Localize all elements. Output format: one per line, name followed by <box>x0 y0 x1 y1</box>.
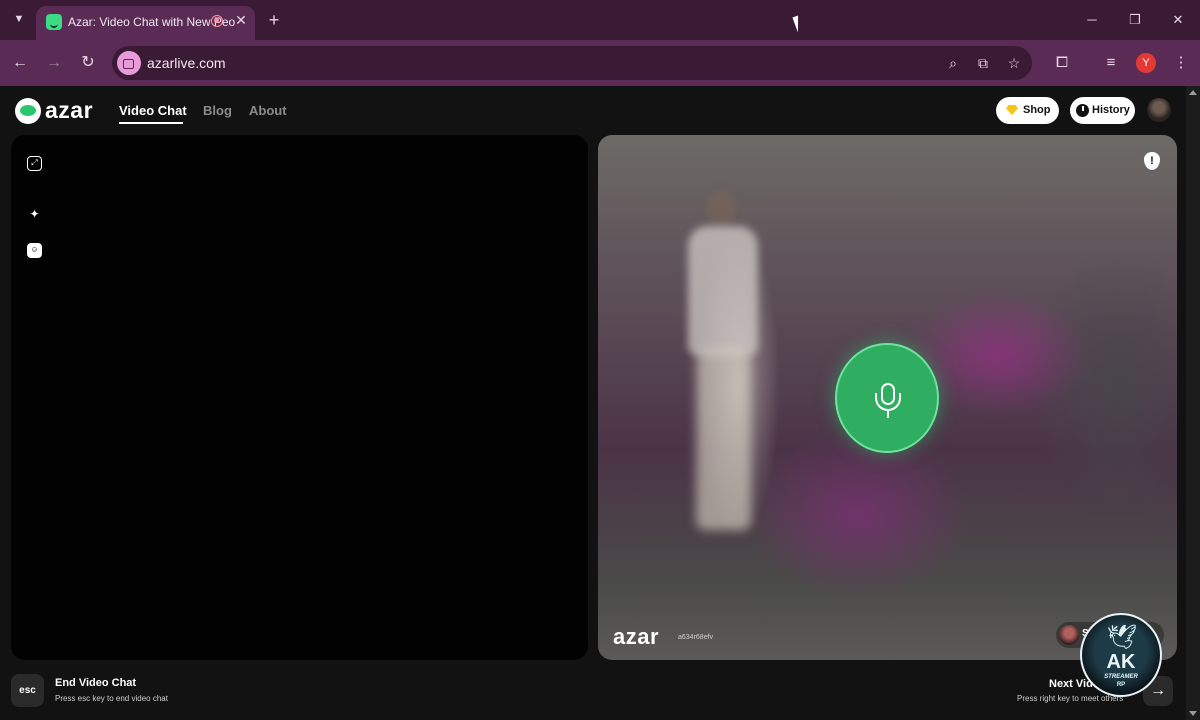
azar-watermark: azar <box>613 624 660 649</box>
browser-tab-bar: ▼ Azar: Video Chat with New People ✕ + ─… <box>0 0 1200 40</box>
restore-icon[interactable]: ❐ <box>1125 10 1145 30</box>
tab-close-icon[interactable]: ✕ <box>232 11 250 29</box>
scroll-up-icon[interactable] <box>1189 90 1197 95</box>
clock-icon <box>1076 104 1089 117</box>
end-video-chat-hint: Press esc key to end video chat <box>55 694 168 703</box>
gem-icon <box>1006 105 1018 115</box>
history-label: History <box>1092 104 1130 116</box>
history-button[interactable]: History <box>1070 97 1135 124</box>
azar-logo[interactable]: azar <box>15 97 97 124</box>
next-video-chat-hint: Press right key to meet others <box>1017 694 1124 703</box>
minimize-icon[interactable]: ─ <box>1082 10 1102 30</box>
sticker-face-icon[interactable]: ☺ <box>27 243 42 258</box>
browser-toolbar: ← → ↻ azarlive.com ⌕ ⧉ ☆ ⧠ ≡ Y ⋮ <box>0 40 1200 86</box>
self-video-panel: ⤢ ✦ ☺ <box>11 135 588 660</box>
badge-subtitle: STREAMER <box>1104 674 1138 680</box>
badge-tag: RP <box>1116 682 1126 688</box>
blurred-peer-video <box>668 190 768 530</box>
bookmark-star-icon[interactable]: ☆ <box>1005 54 1023 72</box>
esc-key-button[interactable]: esc <box>11 674 44 707</box>
reload-icon[interactable]: ↻ <box>77 52 99 74</box>
address-bar[interactable]: azarlive.com ⌕ ⧉ ☆ <box>112 46 1032 80</box>
azar-favicon-icon <box>46 14 62 30</box>
logo-text: azar <box>45 97 94 123</box>
peer-avatar <box>1059 625 1079 645</box>
peer-video-panel: ! azar a634r68efv S <box>598 135 1177 660</box>
browser-tab[interactable]: Azar: Video Chat with New People ✕ <box>36 6 255 40</box>
forward-icon[interactable]: → <box>43 52 65 74</box>
watermark-id: a634r68efv <box>678 634 714 641</box>
recording-icon <box>211 15 223 27</box>
page-scrollbar[interactable] <box>1186 86 1200 720</box>
azar-logo-icon <box>15 98 41 124</box>
site-info-icon[interactable] <box>117 51 141 75</box>
tab-search-icon[interactable]: ▼ <box>8 8 30 30</box>
microphone-button[interactable] <box>835 343 939 453</box>
expand-icon[interactable]: ⤢ <box>27 156 42 171</box>
user-avatar[interactable] <box>1147 98 1171 122</box>
sparkle-effects-icon[interactable]: ✦ <box>27 207 42 222</box>
nav-active-underline <box>119 122 183 124</box>
zoom-icon[interactable]: ⌕ <box>944 54 962 72</box>
media-control-icon[interactable]: ≡ <box>1100 52 1122 74</box>
badge-title: AK <box>1106 651 1136 673</box>
report-shield-icon[interactable]: ! <box>1144 152 1160 170</box>
nav-about[interactable]: About <box>249 103 287 118</box>
scroll-down-icon[interactable] <box>1189 711 1197 716</box>
shop-label: Shop <box>1023 104 1051 116</box>
url-text: azarlive.com <box>147 55 226 71</box>
nav-video-chat[interactable]: Video Chat <box>119 103 187 118</box>
shop-button[interactable]: Shop <box>996 97 1059 124</box>
install-app-icon[interactable]: ⧉ <box>974 54 992 72</box>
extensions-icon[interactable]: ⧠ <box>1051 52 1073 74</box>
nav-blog[interactable]: Blog <box>203 103 232 118</box>
menu-kebab-icon[interactable]: ⋮ <box>1170 52 1192 74</box>
new-tab-icon[interactable]: + <box>264 10 284 30</box>
eagle-icon: 🕊 <box>1106 624 1138 651</box>
profile-avatar[interactable]: Y <box>1136 53 1156 73</box>
streamer-badge: 🕊 AK STREAMER RP <box>1080 613 1162 697</box>
back-icon[interactable]: ← <box>9 52 31 74</box>
page: azar Video Chat Blog About Shop History … <box>0 86 1186 720</box>
window-close-icon[interactable]: ✕ <box>1168 10 1188 30</box>
end-video-chat-title: End Video Chat <box>55 677 137 689</box>
